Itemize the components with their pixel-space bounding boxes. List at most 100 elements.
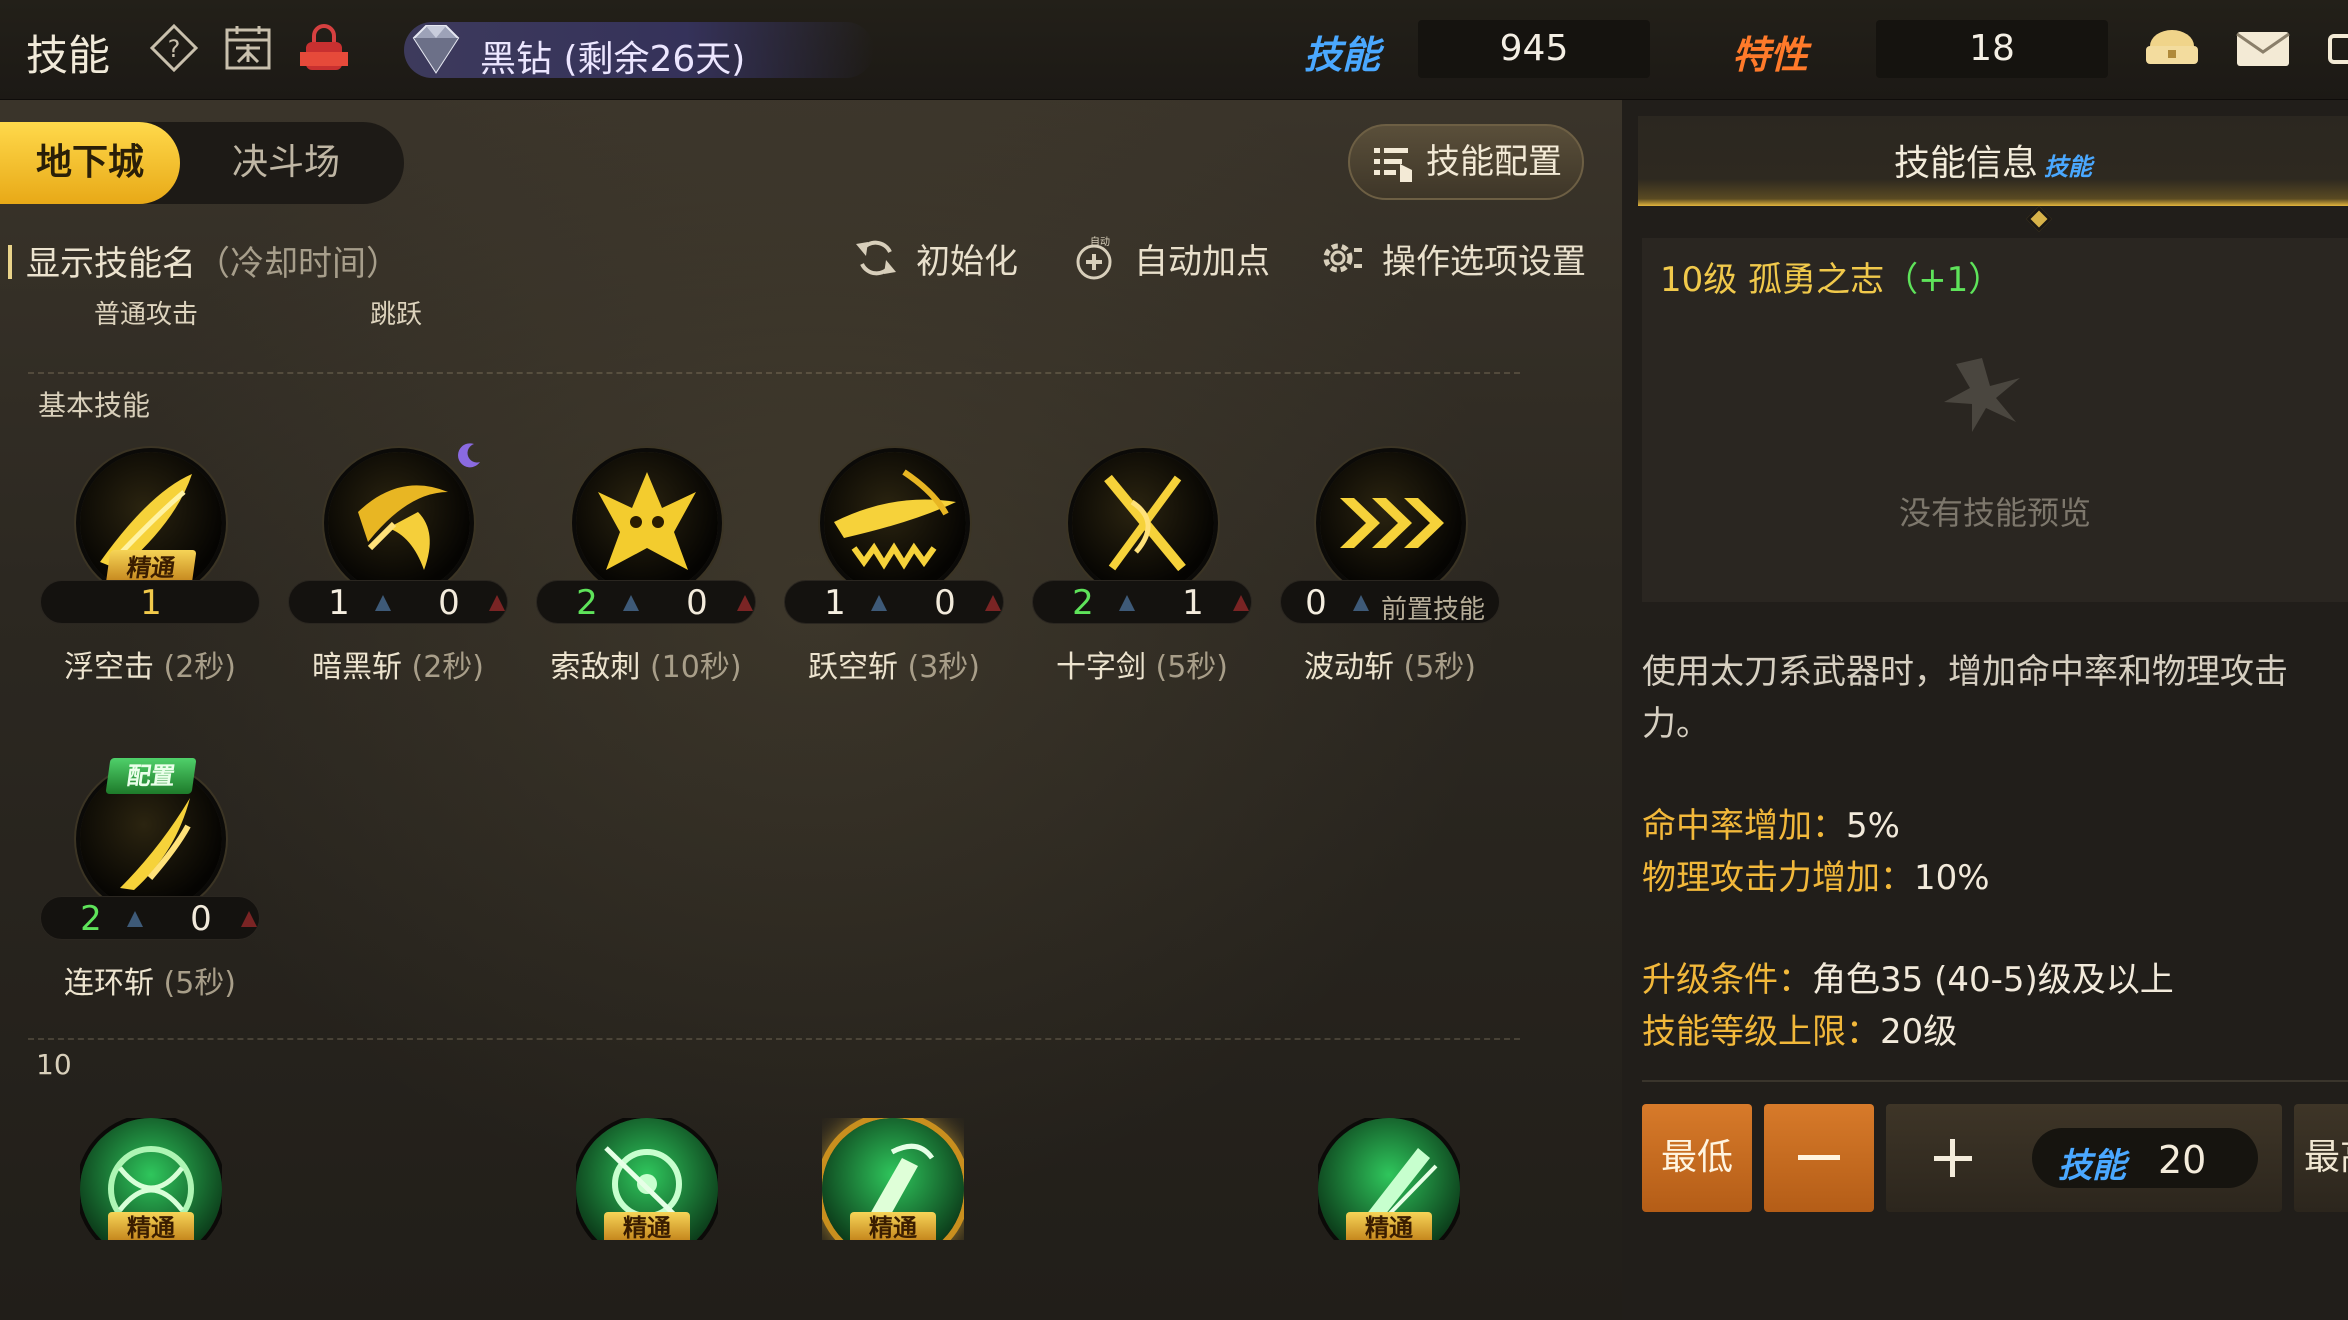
up-arrow-red-icon <box>737 595 753 611</box>
skill-icon <box>328 452 470 594</box>
skill-level-a: 0 <box>1305 583 1327 623</box>
skill-level-bar: 2 0 <box>40 896 260 940</box>
stat-key: 物理攻击力增加： <box>1642 858 1914 898</box>
skill-icon <box>824 452 966 594</box>
black-diamond-status[interactable]: 黑钻 (剩余26天) <box>404 22 874 80</box>
refresh-icon <box>856 240 896 276</box>
up-arrow-red-icon <box>489 595 505 611</box>
black-diamond-text: 黑钻 (剩余26天) <box>480 39 746 80</box>
min-level-button[interactable]: 最低 <box>1642 1104 1752 1212</box>
passive-skill-card[interactable]: 精通 <box>1318 1118 1460 1240</box>
show-skill-names-toggle[interactable]: 显示技能名（冷却时间） <box>0 236 400 285</box>
arc-slash-icon <box>834 469 956 570</box>
passive-skill-card[interactable]: 精通 <box>80 1118 222 1240</box>
skill-card-dark-slash[interactable]: 1 0 暗黑斩 (2秒) <box>288 443 508 692</box>
skill-name-text: 连环斩 <box>63 966 154 1001</box>
skill-level-a: 2 <box>576 583 598 623</box>
skill-points-cost-value: 20 <box>2158 1138 2207 1182</box>
skill-cooldown: (5秒) <box>1403 650 1477 685</box>
skill-card-seek-thrust[interactable]: 2 0 索敌刺 (10秒) <box>536 452 756 692</box>
skill-level-bar: 0 前置技能 <box>1280 580 1500 625</box>
calendar-icon[interactable] <box>222 22 274 74</box>
skill-info-header: 技能信息 技能 <box>1638 116 2348 232</box>
tab-arena[interactable]: 决斗场 <box>196 122 376 204</box>
stat-level-cap: 技能等级上限：20级 <box>1642 1004 1957 1053</box>
section-basic-skills: 基本技能 <box>38 389 151 422</box>
stat-value: 角色35 (40-5)级及以上 <box>1812 960 2174 1000</box>
triple-chevron-icon <box>1340 498 1444 548</box>
menu-icon[interactable] <box>2326 22 2348 74</box>
skill-level-a: 1 <box>824 583 846 623</box>
skill-card-floating-strike[interactable]: 精通 1 浮空击 (2秒) <box>40 452 260 692</box>
up-arrow-icon <box>871 595 887 611</box>
up-arrow-icon <box>1353 595 1369 611</box>
up-arrow-icon <box>375 595 391 611</box>
normal-attack-label: 普通攻击 <box>94 300 199 330</box>
mail-icon[interactable] <box>2234 22 2292 74</box>
stat-hit-rate: 命中率增加：5% <box>1642 798 1900 847</box>
stat-value: 20级 <box>1880 1012 1958 1052</box>
divider <box>28 372 1520 374</box>
control-options-label: 操作选项设置 <box>1382 242 1586 282</box>
skill-level-a: 1 <box>328 583 350 623</box>
skill-name: 浮空击 (2秒) <box>30 642 270 686</box>
mastery-badge: 精通 <box>604 1212 690 1240</box>
trait-points-label: 特性 <box>1732 33 1809 77</box>
tab-dungeon[interactable]: 地下城 <box>0 122 180 204</box>
no-preview-emblem-icon <box>1944 358 2020 432</box>
preview-skill-name: 10级 孤勇之志 <box>1660 260 1885 300</box>
tier-level-label: 10 <box>36 1048 72 1081</box>
up-arrow-red-icon <box>985 595 1001 611</box>
mastery-badge: 精通 <box>1346 1212 1432 1240</box>
skill-level-bar: 1 0 <box>288 580 508 624</box>
skill-level-b: 0 <box>438 583 460 623</box>
skill-name-text: 浮空击 <box>63 650 154 685</box>
skill-card-leap-slash[interactable]: 1 0 跃空斩 (3秒) <box>784 452 1004 692</box>
skill-level-a: 2 <box>1072 583 1094 623</box>
svg-text:?: ? <box>168 35 181 63</box>
skill-name: 暗黑斩 (2秒) <box>278 642 518 686</box>
decrease-level-button[interactable] <box>1764 1104 1874 1212</box>
dark-slash-icon <box>358 485 448 570</box>
passive-skill-card[interactable]: 精通 <box>576 1118 718 1240</box>
skill-cooldown: (10秒) <box>649 650 742 685</box>
skill-icon <box>1072 452 1214 594</box>
list-config-icon <box>1374 148 1412 182</box>
up-arrow-icon <box>1119 595 1135 611</box>
increase-level-button[interactable] <box>1886 1104 2016 1212</box>
skill-level-bar: 2 1 <box>1032 580 1252 624</box>
skill-name: 连环斩 (5秒) <box>30 958 270 1002</box>
max-level-button[interactable]: 最高 <box>2294 1104 2348 1212</box>
help-icon[interactable]: ? <box>148 22 200 74</box>
stat-key: 命中率增加： <box>1642 806 1846 846</box>
stat-key: 技能等级上限： <box>1642 1012 1880 1052</box>
up-arrow-red-icon <box>241 911 257 927</box>
config-badge: 配置 <box>105 758 197 794</box>
skill-icon <box>576 452 718 594</box>
stat-upgrade-condition: 升级条件：角色35 (40-5)级及以上 <box>1642 952 2174 1001</box>
auto-add-label: 自动加点 <box>1134 242 1270 282</box>
skill-card-combo-slash[interactable]: 配置 2 0 连环斩 (5秒) <box>40 758 260 1008</box>
skill-level-bar: 2 0 <box>536 580 756 624</box>
skill-info-title: 技能信息 <box>1893 143 2038 184</box>
skill-cooldown: (2秒) <box>411 650 485 685</box>
skill-points-tag: 技能 <box>2058 1146 2126 1186</box>
level-lock-icon[interactable] <box>298 22 350 74</box>
diamond-icon <box>412 25 460 74</box>
up-arrow-icon <box>623 595 639 611</box>
checkbox-icon <box>0 245 12 279</box>
skill-card-wave-slash[interactable]: 0 前置技能 波动斩 (5秒) <box>1280 452 1500 692</box>
skill-description: 使用太刀系武器时，增加命中率和物理攻击力。 <box>1642 652 2288 744</box>
skill-points-cost: 技能 20 <box>2032 1128 2258 1188</box>
skill-name-text: 暗黑斩 <box>311 650 402 685</box>
stat-physical-attack: 物理攻击力增加：10% <box>1642 850 1990 899</box>
skill-name: 十字剑 (5秒) <box>1022 642 1262 686</box>
no-preview-text: 没有技能预览 <box>1898 494 2091 532</box>
stat-key: 升级条件： <box>1642 960 1812 1000</box>
skill-preview-box: 10级 孤勇之志（+1） 没有技能预览 <box>1642 238 2348 602</box>
skill-config-button[interactable]: 技能配置 <box>1348 124 1584 200</box>
chest-icon[interactable] <box>2142 22 2202 74</box>
passive-skill-card-selected[interactable]: 精通 <box>822 1118 964 1240</box>
skill-card-cross-sword[interactable]: 2 1 十字剑 (5秒) <box>1032 452 1252 692</box>
mastery-badge: 精通 <box>108 1212 194 1240</box>
